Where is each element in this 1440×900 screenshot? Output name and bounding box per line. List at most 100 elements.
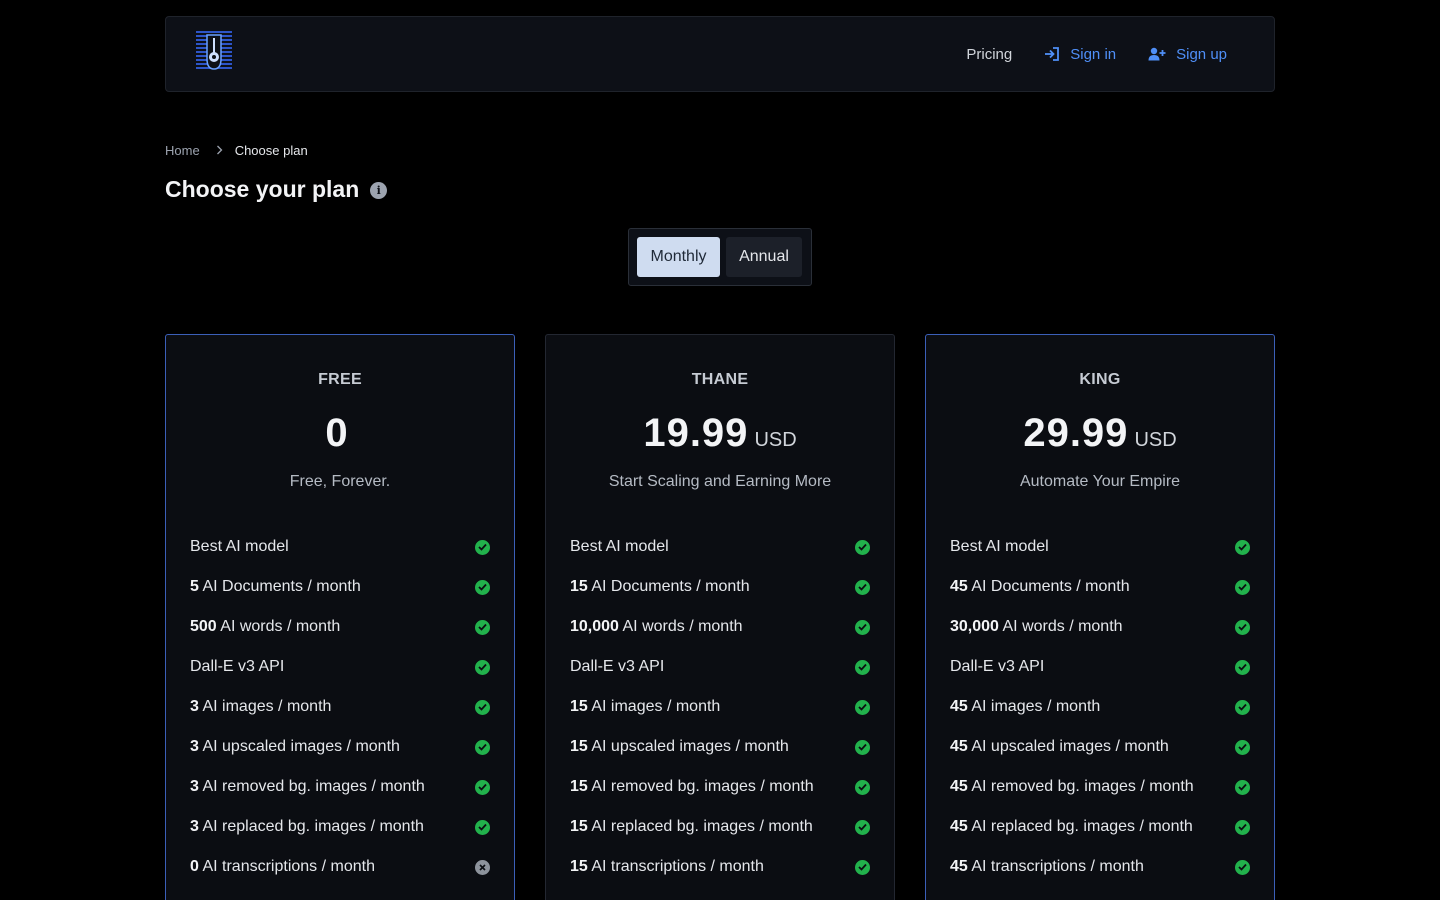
feature-row: 15 AI upscaled images / month	[570, 727, 870, 767]
feature-quantity: 45	[950, 858, 968, 875]
feature-quantity: 3	[190, 818, 199, 835]
check-icon	[855, 819, 870, 835]
feature-quantity: 45	[950, 578, 968, 595]
feature-label: 45 AI transcriptions / month	[950, 858, 1144, 876]
breadcrumb-home-link[interactable]: Home	[165, 143, 200, 158]
check-icon	[1235, 619, 1250, 635]
feature-text: AI transcriptions / month	[587, 858, 764, 875]
feature-text: AI Documents / month	[587, 578, 750, 595]
plan-name: THANE	[691, 371, 749, 388]
plan-card-king[interactable]: KING 29.99 USD Automate Your Empire Best…	[925, 334, 1275, 900]
feature-text: Best AI model	[950, 538, 1049, 555]
nav-pricing-link[interactable]: Pricing	[966, 46, 1012, 63]
feature-row: Dall-E v3 API	[950, 647, 1250, 687]
feature-quantity: 3	[190, 698, 199, 715]
plan-name: KING	[1079, 371, 1121, 388]
feature-list: Best AI model 15 AI Documents / month 10,0…	[570, 527, 870, 887]
feature-quantity: 30,000	[950, 618, 999, 635]
sign-in-icon	[1044, 47, 1060, 61]
feature-row: 500 AI words / month	[190, 607, 490, 647]
feature-row: 15 AI images / month	[570, 687, 870, 727]
feature-text: AI Documents / month	[198, 578, 361, 595]
check-icon	[855, 619, 870, 635]
check-icon	[1235, 579, 1250, 595]
feature-quantity: 15	[570, 738, 588, 755]
feature-quantity: 15	[570, 818, 588, 835]
feature-text: AI Documents / month	[967, 578, 1130, 595]
feature-row: 3 AI removed bg. images / month	[190, 767, 490, 807]
feature-quantity: 0	[190, 858, 199, 875]
feature-row: 15 AI transcriptions / month	[570, 847, 870, 887]
feature-label: Dall-E v3 API	[950, 658, 1044, 676]
feature-text: AI upscaled images / month	[587, 738, 789, 755]
feature-quantity: 15	[570, 778, 588, 795]
check-icon	[855, 699, 870, 715]
feature-row: 3 AI upscaled images / month	[190, 727, 490, 767]
billing-period-toggle: Monthly Annual	[628, 228, 812, 286]
feature-label: 5 AI Documents / month	[190, 578, 361, 596]
feature-label: 10,000 AI words / month	[570, 618, 743, 636]
check-icon	[475, 659, 490, 675]
feature-quantity: 15	[570, 698, 588, 715]
feature-text: AI replaced bg. images / month	[587, 818, 813, 835]
feature-label: 15 AI Documents / month	[570, 578, 750, 596]
feature-text: Dall-E v3 API	[190, 658, 285, 675]
price-amount: 29.99	[1023, 411, 1129, 455]
feature-quantity: 500	[190, 618, 217, 635]
nav-signin-link[interactable]: Sign in	[1044, 46, 1116, 63]
feature-label: Best AI model	[570, 538, 669, 556]
feature-quantity: 3	[190, 778, 199, 795]
feature-row: 0 AI transcriptions / month	[190, 847, 490, 887]
feature-row: 45 AI Documents / month	[950, 567, 1250, 607]
plan-name: FREE	[318, 371, 362, 388]
feature-quantity: 3	[190, 738, 199, 755]
check-icon	[1235, 859, 1250, 875]
brand-logo[interactable]	[196, 29, 232, 71]
page-title: Choose your plan	[165, 175, 360, 202]
check-icon	[475, 579, 490, 595]
feature-quantity: 45	[950, 818, 968, 835]
feature-row: 3 AI replaced bg. images / month	[190, 807, 490, 847]
check-icon	[475, 619, 490, 635]
nav-signup-link[interactable]: Sign up	[1148, 46, 1227, 63]
info-icon[interactable]: i	[370, 181, 388, 199]
check-icon	[475, 819, 490, 835]
price-amount: 19.99	[643, 411, 749, 455]
check-icon	[1235, 539, 1250, 555]
check-icon	[475, 539, 490, 555]
feature-label: 15 AI removed bg. images / month	[570, 778, 814, 796]
check-icon	[855, 539, 870, 555]
feature-text: AI images / month	[967, 698, 1101, 715]
feature-list: Best AI model 45 AI Documents / month 30,0…	[950, 527, 1250, 887]
plan-card-free[interactable]: FREE 0 Free, Forever. Best AI model 5 AI …	[165, 334, 515, 900]
monthly-toggle-button[interactable]: Monthly	[637, 237, 720, 277]
feature-quantity: 45	[950, 698, 968, 715]
feature-list: Best AI model 5 AI Documents / month 500 A…	[190, 527, 490, 887]
plan-tagline: Start Scaling and Earning More	[608, 473, 832, 490]
annual-toggle-button[interactable]: Annual	[726, 237, 802, 277]
close-icon	[475, 859, 490, 875]
chevron-right-icon	[216, 145, 223, 155]
feature-row: 30,000 AI words / month	[950, 607, 1250, 647]
breadcrumb-current: Choose plan	[234, 142, 308, 158]
feature-row: 45 AI images / month	[950, 687, 1250, 727]
feature-label: 45 AI replaced bg. images / month	[950, 818, 1193, 836]
feature-row: 3 AI images / month	[190, 687, 490, 727]
feature-text: AI upscaled images / month	[198, 738, 400, 755]
feature-row: 15 AI replaced bg. images / month	[570, 807, 870, 847]
feature-label: Dall-E v3 API	[570, 658, 664, 676]
feature-text: Best AI model	[570, 538, 669, 555]
feature-text: AI removed bg. images / month	[198, 778, 425, 795]
check-icon	[855, 859, 870, 875]
feature-text: AI transcriptions / month	[967, 858, 1144, 875]
feature-text: AI removed bg. images / month	[967, 778, 1194, 795]
feature-quantity: 15	[570, 578, 588, 595]
feature-row: 15 AI Documents / month	[570, 567, 870, 607]
check-icon	[855, 579, 870, 595]
feature-text: AI words / month	[618, 618, 743, 635]
plan-card-thane[interactable]: THANE 19.99 USD Start Scaling and Earnin…	[545, 334, 895, 900]
feature-row: 15 AI removed bg. images / month	[570, 767, 870, 807]
feature-label: 3 AI images / month	[190, 698, 331, 716]
feature-label: 3 AI replaced bg. images / month	[190, 818, 424, 836]
plan-price: 0	[166, 411, 514, 456]
